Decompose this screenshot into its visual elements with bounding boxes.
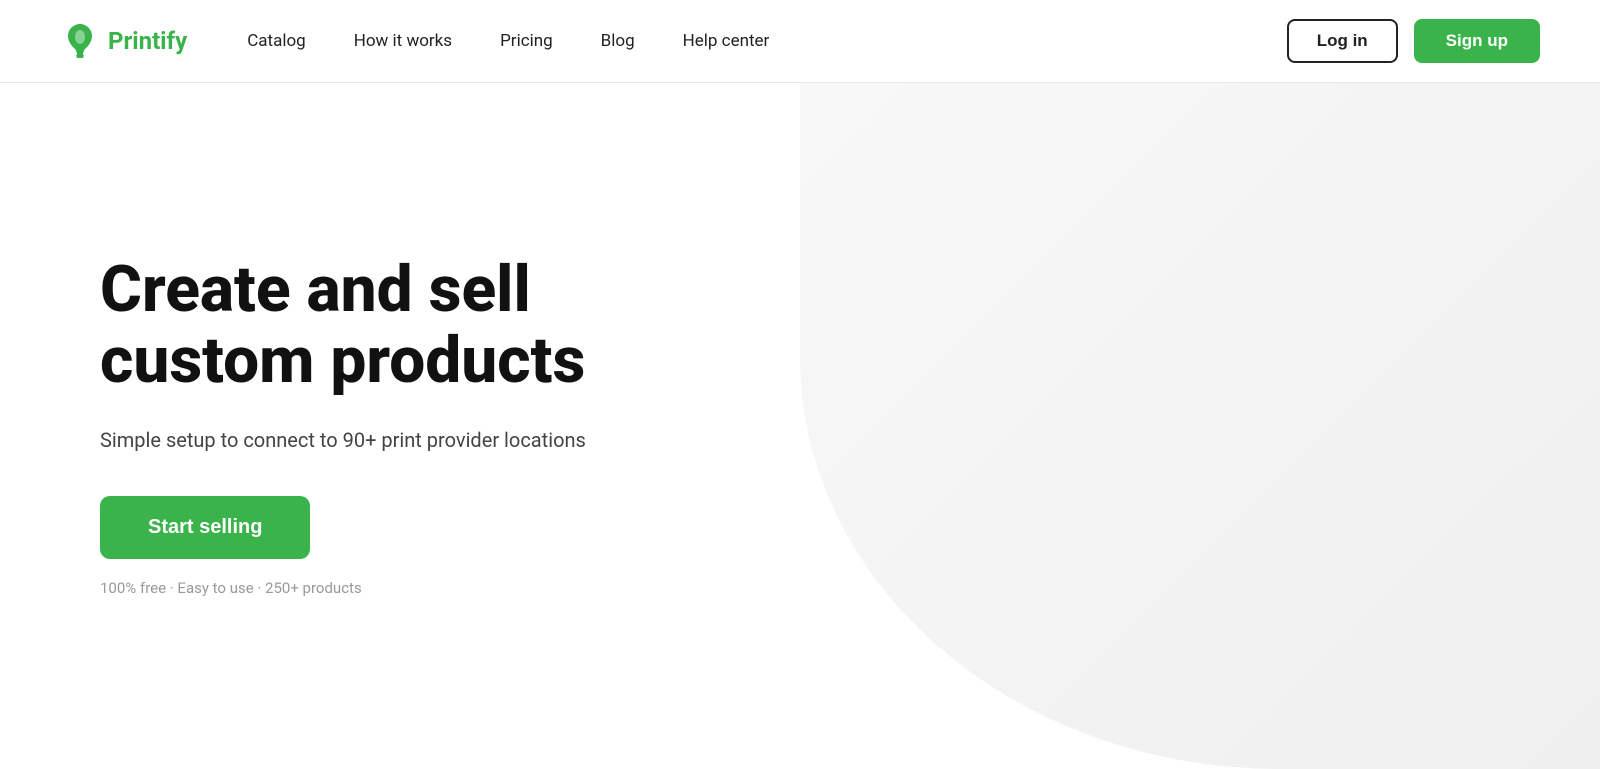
hair-top xyxy=(1040,166,1300,386)
neck xyxy=(1135,406,1205,456)
hero-content: Create and sell custom products Simple s… xyxy=(100,255,650,597)
brand-name: Printify xyxy=(108,27,187,55)
signup-button[interactable]: Sign up xyxy=(1414,19,1540,63)
nav-help-center[interactable]: Help center xyxy=(683,31,770,51)
hero-section: Create and sell custom products Simple s… xyxy=(0,83,1600,769)
hair-left xyxy=(998,196,1098,456)
hair-right xyxy=(1242,196,1342,456)
logo-icon xyxy=(60,21,100,61)
nav-blog[interactable]: Blog xyxy=(601,31,635,51)
nav-catalog[interactable]: Catalog xyxy=(247,31,306,51)
face xyxy=(1090,236,1250,426)
hero-footnote: 100% free · Easy to use · 250+ products xyxy=(100,579,650,597)
person-figure xyxy=(930,156,1410,736)
hero-title: Create and sell custom products xyxy=(100,255,650,396)
hero-circle-background xyxy=(860,116,1480,736)
hero-subtitle: Simple setup to connect to 90+ print pro… xyxy=(100,428,650,452)
start-selling-button[interactable]: Start selling xyxy=(100,496,310,559)
smile xyxy=(1145,346,1195,366)
shoulder-right xyxy=(1265,446,1365,526)
nav-how-it-works[interactable]: How it works xyxy=(354,31,452,51)
eye-right xyxy=(1188,311,1202,321)
body-shirt xyxy=(1000,446,1340,726)
login-button[interactable]: Log in xyxy=(1287,19,1398,63)
shoulder-left xyxy=(975,446,1075,526)
logo-link[interactable]: Printify xyxy=(60,21,187,61)
navbar: Printify Catalog How it works Pricing Bl… xyxy=(0,0,1600,83)
eye-left xyxy=(1138,311,1152,321)
nav-actions: Log in Sign up xyxy=(1287,19,1540,63)
nav-links: Catalog How it works Pricing Blog Help c… xyxy=(247,31,1286,51)
hero-image-area xyxy=(650,83,1540,769)
nav-pricing[interactable]: Pricing xyxy=(500,31,553,51)
